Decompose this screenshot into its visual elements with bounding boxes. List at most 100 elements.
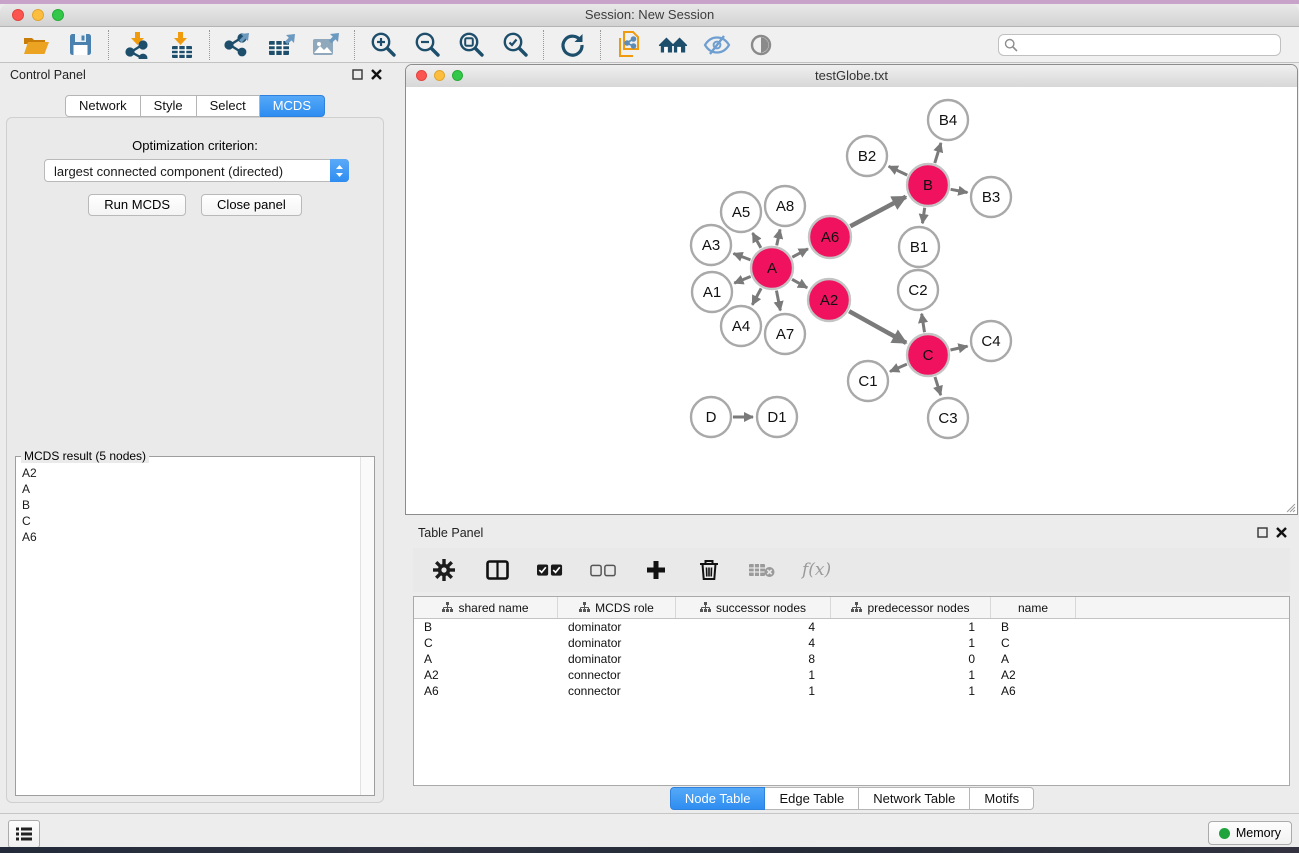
edge-A2-C[interactable] — [849, 311, 906, 343]
network-canvas[interactable]: AA1A2A3A4A5A6A7A8BB1B2B3B4CC1C2C3C4DD1 — [406, 87, 1297, 514]
close-panel-icon[interactable] — [371, 69, 382, 80]
float-panel-icon[interactable] — [352, 69, 363, 80]
edge-A-A1[interactable] — [734, 277, 750, 284]
edge-A-A8[interactable] — [777, 229, 780, 245]
network-node-D[interactable]: D — [691, 397, 731, 437]
network-node-B3[interactable]: B3 — [971, 177, 1011, 217]
tab-node-table[interactable]: Node Table — [670, 787, 766, 810]
edge-C-C2[interactable] — [922, 314, 925, 333]
minimize-window-button[interactable] — [32, 9, 44, 21]
column-header-name[interactable]: name — [991, 597, 1076, 618]
export-table-icon[interactable] — [267, 30, 297, 60]
show-panels-button[interactable] — [8, 820, 40, 848]
close-network-button[interactable] — [416, 70, 427, 81]
column-header-MCDS-role[interactable]: MCDS role — [558, 597, 676, 618]
refresh-icon[interactable] — [557, 30, 587, 60]
zoom-selected-icon[interactable] — [500, 30, 530, 60]
deselect-all-icon[interactable] — [590, 557, 616, 583]
edge-B-B2[interactable] — [889, 166, 908, 175]
network-node-C[interactable]: C — [907, 334, 949, 376]
home-icon[interactable] — [658, 30, 688, 60]
criterion-select[interactable]: largest connected component (directed) — [44, 159, 349, 182]
tab-style[interactable]: Style — [141, 95, 197, 117]
network-node-C3[interactable]: C3 — [928, 398, 968, 438]
float-table-panel-icon[interactable] — [1257, 527, 1268, 538]
network-node-B2[interactable]: B2 — [847, 136, 887, 176]
close-table-panel-icon[interactable] — [1276, 527, 1287, 538]
copy-network-view-icon[interactable] — [614, 30, 644, 60]
zoom-window-button[interactable] — [52, 9, 64, 21]
network-node-A3[interactable]: A3 — [691, 225, 731, 265]
show-graphics-details-icon[interactable] — [746, 30, 776, 60]
edge-A-A5[interactable] — [753, 233, 761, 248]
mcds-result-item[interactable]: A — [22, 481, 360, 497]
edge-A-A4[interactable] — [752, 288, 761, 305]
memory-button[interactable]: Memory — [1208, 821, 1292, 845]
table-row[interactable]: Bdominator41B — [414, 619, 1289, 635]
close-window-button[interactable] — [12, 9, 24, 21]
mcds-result-list[interactable]: A2ABCA6 — [16, 461, 360, 795]
tab-mcds[interactable]: MCDS — [260, 95, 325, 117]
export-image-icon[interactable] — [311, 30, 341, 60]
edge-A-A6[interactable] — [792, 249, 808, 257]
mcds-result-item[interactable]: C — [22, 513, 360, 529]
column-header-successor-nodes[interactable]: successor nodes — [676, 597, 831, 618]
search-input[interactable] — [998, 34, 1281, 56]
minimize-network-button[interactable] — [434, 70, 445, 81]
mcds-result-item[interactable]: A2 — [22, 465, 360, 481]
edge-C-C3[interactable] — [935, 377, 941, 395]
column-header-predecessor-nodes[interactable]: predecessor nodes — [831, 597, 991, 618]
open-session-icon[interactable] — [21, 30, 51, 60]
tab-motifs[interactable]: Motifs — [970, 787, 1034, 810]
network-node-B[interactable]: B — [907, 164, 949, 206]
mcds-result-item[interactable]: B — [22, 497, 360, 513]
tab-edge-table[interactable]: Edge Table — [765, 787, 859, 810]
network-node-B4[interactable]: B4 — [928, 100, 968, 140]
window-titlebar[interactable]: Session: New Session — [0, 4, 1299, 27]
edge-C-C4[interactable] — [950, 346, 967, 350]
network-node-B1[interactable]: B1 — [899, 227, 939, 267]
zoom-network-button[interactable] — [452, 70, 463, 81]
save-session-icon[interactable] — [65, 30, 95, 60]
network-node-C4[interactable]: C4 — [971, 321, 1011, 361]
select-all-icon[interactable] — [537, 557, 563, 583]
edge-A6-B[interactable] — [850, 197, 906, 227]
table-row[interactable]: A6connector11A6 — [414, 683, 1289, 699]
run-mcds-button[interactable]: Run MCDS — [88, 194, 186, 216]
network-node-A7[interactable]: A7 — [765, 314, 805, 354]
table-settings-icon[interactable] — [431, 557, 457, 583]
table-row[interactable]: Cdominator41C — [414, 635, 1289, 651]
network-node-A5[interactable]: A5 — [721, 192, 761, 232]
network-node-C2[interactable]: C2 — [898, 270, 938, 310]
delete-table-icon[interactable] — [749, 557, 775, 583]
network-node-D1[interactable]: D1 — [757, 397, 797, 437]
tab-network-table[interactable]: Network Table — [859, 787, 970, 810]
network-node-A4[interactable]: A4 — [721, 306, 761, 346]
zoom-fit-icon[interactable] — [456, 30, 486, 60]
network-node-A1[interactable]: A1 — [692, 272, 732, 312]
close-panel-button[interactable]: Close panel — [201, 194, 302, 216]
edge-A-A2[interactable] — [792, 279, 807, 288]
function-builder-icon[interactable]: f(x) — [802, 560, 831, 580]
edge-C-C1[interactable] — [890, 364, 907, 371]
network-node-A2[interactable]: A2 — [808, 279, 850, 321]
network-node-C1[interactable]: C1 — [848, 361, 888, 401]
edge-A-A3[interactable] — [733, 253, 750, 259]
edge-B-B1[interactable] — [922, 208, 924, 223]
tab-select[interactable]: Select — [197, 95, 260, 117]
zoom-out-icon[interactable] — [412, 30, 442, 60]
mcds-result-scrollbar[interactable] — [360, 457, 374, 795]
edge-A-A7[interactable] — [776, 291, 780, 311]
resize-grip-icon[interactable] — [1284, 501, 1296, 513]
delete-column-icon[interactable] — [696, 557, 722, 583]
column-view-icon[interactable] — [484, 557, 510, 583]
column-header-shared-name[interactable]: shared name — [414, 597, 558, 618]
zoom-in-icon[interactable] — [368, 30, 398, 60]
import-table-icon[interactable] — [166, 30, 196, 60]
network-node-A[interactable]: A — [751, 247, 793, 289]
export-network-icon[interactable] — [223, 30, 253, 60]
network-node-A8[interactable]: A8 — [765, 186, 805, 226]
import-network-icon[interactable] — [122, 30, 152, 60]
tab-network[interactable]: Network — [65, 95, 141, 117]
network-view-window[interactable]: testGlobe.txt AA1A2A3A4A5A6A7A8BB1B2B3B4… — [405, 64, 1298, 515]
